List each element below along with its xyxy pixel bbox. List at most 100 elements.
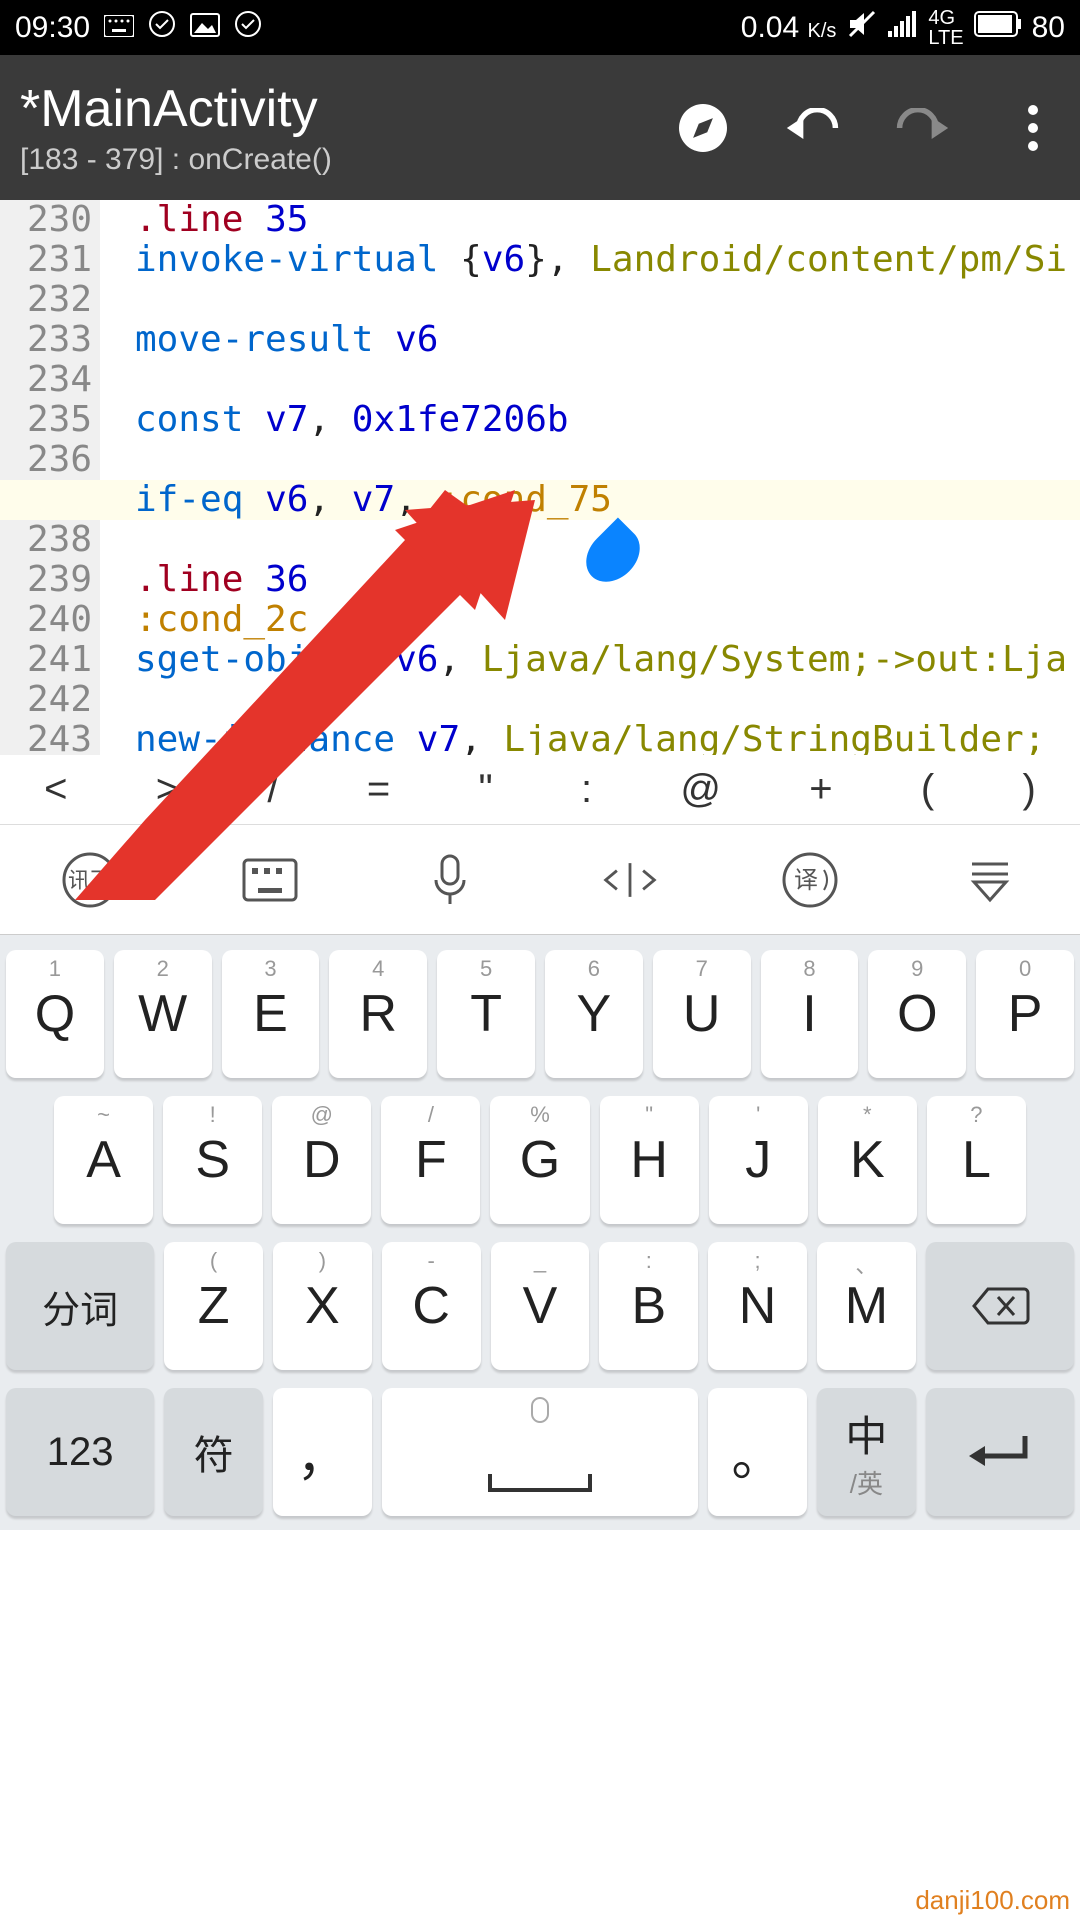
ime-toolbar: 讯飞 译 <box>0 825 1080 935</box>
line-number: 232 <box>0 280 92 320</box>
symbols-key[interactable]: 符 <box>164 1388 263 1516</box>
symbol-key[interactable]: / <box>267 767 278 812</box>
cursor-move-icon[interactable] <box>600 850 660 910</box>
line-number: 238 <box>0 520 92 560</box>
svg-text:讯飞: 讯飞 <box>68 868 112 893</box>
language-switch-key[interactable]: 中/英 <box>817 1388 916 1516</box>
app-toolbar: *MainActivity [183 - 379] : onCreate() <box>0 55 1080 200</box>
ime-logo-icon[interactable]: 讯飞 <box>60 850 120 910</box>
symbol-key[interactable]: @ <box>680 767 721 812</box>
key-l[interactable]: ?L <box>927 1096 1026 1224</box>
enter-key[interactable] <box>926 1388 1074 1516</box>
translate-icon[interactable]: 译 <box>780 850 840 910</box>
key-row-4: 123符， 。中/英 <box>6 1388 1074 1516</box>
code-line[interactable]: new-instance v7, Ljava/lang/StringBuilde… <box>135 720 1080 755</box>
key-x[interactable]: )X <box>273 1242 372 1370</box>
key-d[interactable]: @D <box>272 1096 371 1224</box>
key-p[interactable]: 0P <box>976 950 1074 1078</box>
status-time: 09:30 <box>15 11 90 45</box>
key-v[interactable]: _V <box>491 1242 590 1370</box>
android-status-bar: 09:30 0.04 K/s 4GLTE 80 <box>0 0 1080 55</box>
code-line[interactable]: move-result v6 <box>135 320 1080 360</box>
line-number: 241 <box>0 640 92 680</box>
key-h[interactable]: "H <box>600 1096 699 1224</box>
undo-icon[interactable] <box>785 100 840 155</box>
space-key[interactable] <box>382 1388 698 1516</box>
key-o[interactable]: 9O <box>868 950 966 1078</box>
symbol-key[interactable]: > <box>156 767 179 812</box>
keyboard-status-icon <box>104 11 134 45</box>
key-a[interactable]: ~A <box>54 1096 153 1224</box>
symbol-key[interactable]: = <box>367 767 390 812</box>
symbol-key[interactable]: < <box>44 767 67 812</box>
voice-input-icon[interactable] <box>420 850 480 910</box>
key-w[interactable]: 2W <box>114 950 212 1078</box>
code-line[interactable]: .line 35 <box>135 200 1080 240</box>
file-subtitle: [183 - 379] : onCreate() <box>20 143 675 177</box>
line-number: 230 <box>0 200 92 240</box>
key-m[interactable]: 、M <box>817 1242 916 1370</box>
navigate-icon[interactable] <box>675 100 730 155</box>
symbol-key[interactable]: " <box>478 767 492 812</box>
line-number: 231 <box>0 240 92 280</box>
key-z[interactable]: (Z <box>164 1242 263 1370</box>
net-speed: 0.04 K/s <box>741 11 837 45</box>
line-number: 243 <box>0 720 92 755</box>
key-s[interactable]: !S <box>163 1096 262 1224</box>
symbol-key[interactable]: + <box>809 767 832 812</box>
key-，[interactable]: ， <box>273 1388 372 1516</box>
line-number: 234 <box>0 360 92 400</box>
code-body[interactable]: .line 35invoke-virtual {v6}, Landroid/co… <box>100 200 1080 755</box>
image-status-icon <box>190 11 220 45</box>
numeric-key[interactable]: 123 <box>6 1388 154 1516</box>
key-n[interactable]: ;N <box>708 1242 807 1370</box>
code-line[interactable] <box>135 440 1080 480</box>
collapse-keyboard-icon[interactable] <box>960 850 1020 910</box>
redo-icon[interactable] <box>895 100 950 155</box>
key-row-1: 1Q2W3E4R5T6Y7U8I9O0P <box>6 950 1074 1078</box>
key-k[interactable]: *K <box>818 1096 917 1224</box>
symbol-key[interactable]: ) <box>1023 767 1036 812</box>
code-line[interactable] <box>135 360 1080 400</box>
code-line[interactable]: if-eq v6, v7, :cond_75 <box>0 480 1080 520</box>
key-e[interactable]: 3E <box>222 950 320 1078</box>
symbol-shortcut-row: < > / = ": @ + () <box>0 755 1080 825</box>
key-u[interactable]: 7U <box>653 950 751 1078</box>
code-line[interactable]: const v7, 0x1fe7206b <box>135 400 1080 440</box>
key-t[interactable]: 5T <box>437 950 535 1078</box>
code-editor[interactable]: 2302312322332342352362372382392402412422… <box>0 200 1080 755</box>
key-。[interactable]: 。 <box>708 1388 807 1516</box>
symbol-key[interactable]: ( <box>921 767 934 812</box>
shift-key[interactable]: 分词 <box>6 1242 154 1370</box>
key-i[interactable]: 8I <box>761 950 859 1078</box>
line-number: 239 <box>0 560 92 600</box>
key-f[interactable]: /F <box>381 1096 480 1224</box>
status-left-group: 09:30 <box>15 10 262 46</box>
code-line[interactable]: :cond_2c <box>135 600 1080 640</box>
app-title-block: *MainActivity [183 - 379] : onCreate() <box>20 79 675 177</box>
line-number: 233 <box>0 320 92 360</box>
keyboard-switch-icon[interactable] <box>240 850 300 910</box>
backspace-key[interactable] <box>926 1242 1074 1370</box>
symbol-key[interactable]: : <box>581 767 592 812</box>
code-line[interactable] <box>135 680 1080 720</box>
code-line[interactable] <box>135 280 1080 320</box>
net-type-label: 4GLTE <box>928 8 963 48</box>
battery-icon <box>974 11 1022 45</box>
line-number: 236 <box>0 440 92 480</box>
line-number-gutter: 2302312322332342352362372382392402412422… <box>0 200 100 755</box>
code-line[interactable]: invoke-virtual {v6}, Landroid/content/pm… <box>135 240 1080 280</box>
code-line[interactable]: sget-object v6, Ljava/lang/System;->out:… <box>135 640 1080 680</box>
key-y[interactable]: 6Y <box>545 950 643 1078</box>
key-row-3: 分词(Z)X-C_V:B;N、M <box>6 1242 1074 1370</box>
key-row-2: ~A!S@D/F%G"H'J*K?L <box>6 1096 1074 1224</box>
key-c[interactable]: -C <box>382 1242 481 1370</box>
key-g[interactable]: %G <box>490 1096 589 1224</box>
key-r[interactable]: 4R <box>329 950 427 1078</box>
key-b[interactable]: :B <box>599 1242 698 1370</box>
overflow-menu-icon[interactable] <box>1005 100 1060 155</box>
mute-icon <box>846 8 878 48</box>
key-q[interactable]: 1Q <box>6 950 104 1078</box>
line-number: 242 <box>0 680 92 720</box>
key-j[interactable]: 'J <box>709 1096 808 1224</box>
